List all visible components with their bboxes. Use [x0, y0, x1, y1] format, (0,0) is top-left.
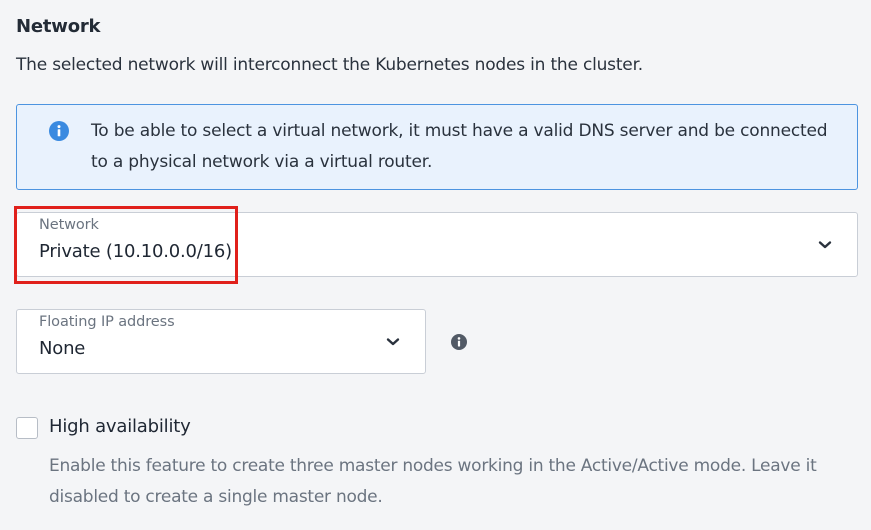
- network-select[interactable]: Network Private (10.10.0.0/16): [16, 212, 858, 277]
- network-select-value: Private (10.10.0.0/16): [39, 241, 232, 262]
- info-banner: To be able to select a virtual network, …: [16, 104, 858, 190]
- floating-ip-select[interactable]: Floating IP address None: [16, 309, 426, 374]
- section-title: Network: [16, 16, 101, 37]
- info-icon: [49, 121, 69, 141]
- network-settings-panel: Network The selected network will interc…: [0, 0, 871, 530]
- floating-ip-select-label: Floating IP address: [39, 314, 175, 330]
- section-description: The selected network will interconnect t…: [16, 55, 643, 75]
- floating-ip-info-icon[interactable]: [451, 334, 467, 350]
- chevron-down-icon[interactable]: [813, 213, 837, 276]
- info-banner-text: To be able to select a virtual network, …: [91, 121, 828, 172]
- high-availability-label[interactable]: High availability: [49, 416, 191, 437]
- chevron-down-icon[interactable]: [381, 310, 405, 373]
- floating-ip-select-value: None: [39, 338, 86, 359]
- high-availability-description: Enable this feature to create three mast…: [49, 456, 817, 507]
- network-select-label: Network: [39, 217, 99, 233]
- high-availability-checkbox[interactable]: [16, 417, 38, 439]
